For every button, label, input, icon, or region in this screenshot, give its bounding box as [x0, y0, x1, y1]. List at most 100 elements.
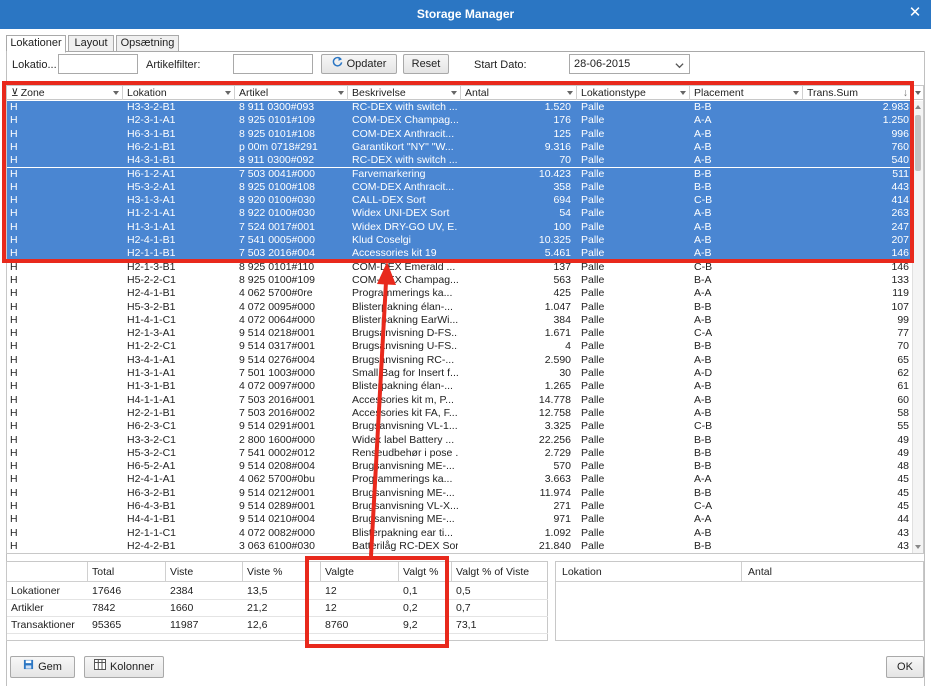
stats-cell: 12,6	[243, 617, 321, 634]
col-header-antal[interactable]: Antal	[461, 86, 577, 100]
kolonner-button[interactable]: Kolonner	[84, 656, 164, 678]
table-row-selected[interactable]: H H6-2-1-B1 p 00m 0718#291 Garantikort "NY"…	[7, 140, 912, 155]
ok-button[interactable]: OK	[886, 656, 924, 678]
cell-lokationstype: Palle	[581, 273, 605, 286]
cell-placement: B-B	[694, 446, 712, 459]
lokation-input[interactable]	[58, 54, 138, 74]
cell-placement: C-A	[694, 500, 713, 512]
scroll-up-icon[interactable]	[915, 105, 921, 109]
table-row-selected[interactable]: H H6-3-1-B1 8 925 0101#108 COM-DEX Anthraci…	[7, 127, 912, 141]
cell-lokation: H3-3-2-C1	[127, 433, 177, 446]
table-row[interactable]: H H2-4-1-B1 4 062 5700#0re Programmerings k…	[7, 287, 912, 300]
table-row[interactable]: H H6-3-2-B1 9 514 0212#001 Brugsanvisning M…	[7, 487, 912, 500]
table-row-selected[interactable]: H H1-3-1-A1 7 524 0017#001 Widex DRY-GO UV,…	[7, 220, 912, 234]
table-row[interactable]: H H2-1-1-C1 4 072 0082#000 Blisterpakning e…	[7, 527, 912, 540]
dropdown-icon	[338, 91, 344, 95]
startdato-picker[interactable]: 28-06-2015	[569, 54, 690, 74]
cell-beskrivelse: RC-DEX with switch ...	[352, 101, 458, 113]
cell-transsum: 996	[891, 127, 909, 140]
table-row[interactable]: H H5-2-2-C1 8 925 0100#109 COM-DEX Champag.…	[7, 274, 912, 287]
cell-antal: 570	[553, 460, 571, 473]
cell-lokationstype: Palle	[581, 140, 605, 153]
tab-layout[interactable]: Layout	[68, 35, 114, 52]
cell-lokationstype: Palle	[581, 500, 605, 512]
table-row[interactable]: H H3-4-1-A1 9 514 0276#004 Brugsanvisning R…	[7, 354, 912, 367]
cell-zone: H	[10, 327, 18, 340]
table-row-selected[interactable]: H H2-3-1-A1 8 925 0101#109 COM-DEX Champag.…	[7, 114, 912, 128]
table-row[interactable]: H H5-3-2-C1 7 541 0002#012 Renseudbehør i p…	[7, 447, 912, 460]
cell-antal: 384	[553, 313, 571, 326]
col-header-artikel[interactable]: Artikel	[235, 86, 348, 100]
scroll-thumb[interactable]	[915, 115, 921, 171]
table-row[interactable]: H H1-2-2-C1 9 514 0317#001 Brugsanvisning U…	[7, 340, 912, 353]
table-row[interactable]: H H2-4-1-A1 4 062 5700#0bu Programmerings k…	[7, 473, 912, 486]
col-header-transsum[interactable]: Trans.Sum ↓	[803, 86, 923, 100]
table-row[interactable]: H H2-1-3-A1 9 514 0218#001 Brugsanvisning D…	[7, 327, 912, 340]
cell-beskrivelse: Klud Coselgi	[352, 234, 411, 246]
col-header-beskrivelse[interactable]: Beskrivelse	[348, 86, 461, 100]
vertical-scrollbar[interactable]	[912, 101, 923, 553]
close-icon[interactable]: ✕	[905, 3, 925, 23]
cell-transsum: 65	[897, 353, 909, 366]
cell-zone: H	[10, 300, 18, 313]
cell-antal: 425	[553, 287, 571, 300]
cell-transsum: 70	[897, 340, 909, 353]
table-row[interactable]: H H4-1-1-A1 7 503 2016#001 Accessories kit …	[7, 394, 912, 407]
table-row-selected[interactable]: H H2-4-1-B1 7 541 0005#000 Klud Coselgi 10.3…	[7, 234, 912, 248]
stats-header: Valgt %	[399, 562, 452, 582]
col-header-placement[interactable]: Placement	[690, 86, 803, 100]
cell-zone: H	[10, 140, 18, 153]
table-row[interactable]: H H5-3-2-B1 4 072 0095#000 Blisterpakning é…	[7, 301, 912, 314]
table-row-selected[interactable]: H H3-1-3-A1 8 920 0100#030 CALL-DEX Sort 694…	[7, 194, 912, 208]
table-row[interactable]: H H6-5-2-A1 9 514 0208#004 Brugsanvisning M…	[7, 460, 912, 473]
table-row[interactable]: H H1-3-1-B1 4 072 0097#000 Blisterpakning é…	[7, 380, 912, 393]
table-row-selected[interactable]: H H4-3-1-B1 8 911 0300#092 RC-DEX with swit…	[7, 154, 912, 168]
cell-transsum: 443	[891, 180, 909, 193]
table-row[interactable]: H H1-3-1-A1 7 501 1003#000 Small Bag for In…	[7, 367, 912, 380]
cell-beskrivelse: Brugsanvisning D-FS...	[352, 327, 458, 340]
reset-button[interactable]: Reset	[403, 54, 449, 74]
cell-antal: 10.325	[538, 234, 571, 246]
table-row[interactable]: H H4-4-1-B1 9 514 0210#004 Brugsanvisning M…	[7, 513, 912, 526]
col-header-lokationstype[interactable]: Lokationstype	[577, 86, 690, 100]
cell-placement: B-B	[694, 101, 712, 113]
table-row[interactable]: H H3-3-2-C1 2 800 1600#000 Widex label Batt…	[7, 434, 912, 447]
table-row[interactable]: H H1-4-1-C1 4 072 0064#000 Blisterpakning E…	[7, 314, 912, 327]
cell-artikel: 8 911 0300#092	[239, 154, 315, 167]
artikelfilter-input[interactable]	[233, 54, 313, 74]
dropdown-icon	[680, 91, 686, 95]
table-row-selected[interactable]: H H5-3-2-A1 8 925 0100#108 COM-DEX Anthraci…	[7, 180, 912, 195]
table-row-selected[interactable]: H H3-3-2-B1 8 911 0300#093 RC-DEX with swit…	[7, 101, 912, 115]
col-header-lokation[interactable]: Lokation	[123, 86, 235, 100]
filter-icon: ⊻	[11, 87, 19, 99]
cell-lokation: H6-5-2-A1	[127, 460, 176, 473]
cell-zone: H	[10, 154, 18, 167]
cell-antal: 9.316	[544, 140, 571, 153]
gem-button[interactable]: Gem	[10, 656, 75, 678]
table-row-selected[interactable]: H H1-2-1-A1 8 922 0100#030 Widex UNI-DEX So…	[7, 207, 912, 221]
cell-artikel: 9 514 0212#001	[239, 486, 315, 499]
cell-placement: B-B	[694, 539, 712, 552]
cell-lokation: H3-3-2-B1	[127, 101, 176, 113]
cell-zone: H	[10, 114, 18, 127]
opdater-button[interactable]: Opdater	[321, 54, 397, 74]
cell-zone: H	[10, 420, 18, 433]
cell-lokation: H2-2-1-B1	[127, 406, 176, 419]
tab-opsaetning[interactable]: Opsætning	[116, 35, 179, 52]
cell-lokationstype: Palle	[581, 207, 605, 220]
cell-antal: 100	[553, 220, 571, 233]
cell-antal: 2.729	[544, 446, 571, 459]
stats-cell: 13,5	[243, 583, 321, 600]
table-row-selected[interactable]: H H2-1-1-B1 7 503 2016#004 Accessories kit …	[7, 247, 912, 261]
cell-lokation: H4-1-1-A1	[127, 393, 176, 406]
table-row[interactable]: H H2-2-1-B1 7 503 2016#002 Accessories kit …	[7, 407, 912, 420]
cell-lokation: H6-2-3-C1	[127, 420, 177, 433]
table-row[interactable]: H H6-2-3-C1 9 514 0291#001 Brugsanvisning V…	[7, 420, 912, 433]
table-row[interactable]: H H6-4-3-B1 9 514 0289#001 Brugsanvisning V…	[7, 500, 912, 513]
table-row[interactable]: H H2-4-2-B1 3 063 6100#030 Batterilåg RC-DE…	[7, 540, 912, 553]
scroll-down-icon[interactable]	[915, 545, 921, 549]
table-row[interactable]: H H2-1-3-B1 8 925 0101#110 COM-DEX Emerald …	[7, 261, 912, 274]
table-row-selected[interactable]: H H6-1-2-A1 7 503 0041#000 Farvemarkering 10…	[7, 167, 912, 181]
col-header-zone[interactable]: ⊻ Zone	[7, 86, 123, 100]
cell-beskrivelse: Brugsanvisning VL-X...	[352, 500, 458, 512]
